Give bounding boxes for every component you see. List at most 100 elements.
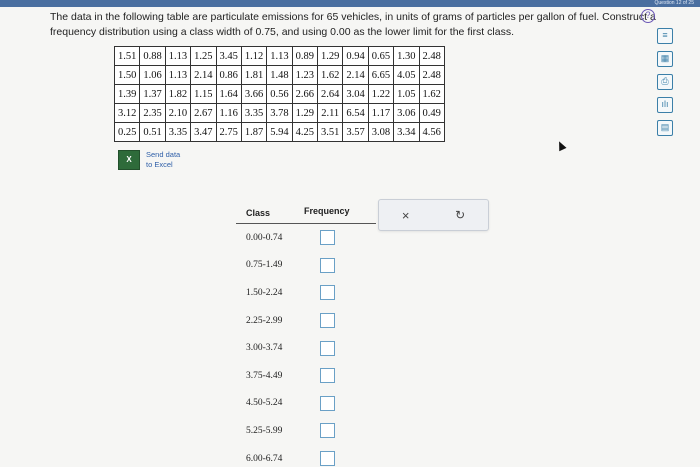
data-cell: 1.81 (240, 65, 268, 85)
send-to-excel-link[interactable]: X Send data to Excel (118, 150, 180, 170)
data-cell: 0.94 (342, 46, 369, 66)
data-cell: 2.48 (418, 46, 445, 66)
frequency-input[interactable] (320, 313, 335, 329)
data-cell: 1.51 (113, 46, 141, 66)
data-cell: 3.34 (393, 122, 420, 142)
tool-rail: ≡ ▦ ⎙ ılı ▤ (650, 28, 680, 136)
data-cell: 2.14 (342, 65, 369, 85)
frequency-row: 4.50-5.24 (236, 390, 376, 418)
frequency-row: 3.00-3.74 (236, 334, 376, 362)
frequency-input[interactable] (320, 423, 335, 439)
data-cell: 0.56 (266, 84, 293, 104)
notes-icon[interactable]: ≡ (657, 28, 673, 44)
data-row: 3.12 2.35 2.10 2.67 1.16 3.35 3.78 1.29 2.11 6.54… (113, 103, 445, 123)
data-cell: 1.06 (139, 65, 166, 85)
data-cell: 2.11 (316, 103, 344, 123)
data-cell: 2.14 (190, 65, 217, 85)
class-label: 2.25-2.99 (246, 315, 283, 326)
data-cell: 1.05 (393, 84, 420, 104)
help-icon[interactable]: ? (641, 9, 655, 23)
data-cell: 0.25 (113, 122, 141, 142)
question-text: The data in the following table are part… (50, 11, 656, 38)
data-cell: 1.62 (316, 65, 344, 85)
data-cell: 2.64 (316, 84, 344, 104)
data-cell: 3.12 (113, 103, 141, 123)
frequency-column-header: Frequency (304, 206, 350, 216)
data-cell: 1.82 (164, 84, 192, 104)
data-row: 1.51 0.88 1.13 1.25 3.45 1.12 1.13 0.89 1.29 0.94… (113, 46, 445, 66)
data-table: 1.51 0.88 1.13 1.25 3.45 1.12 1.13 0.89 1.29 0.94… (113, 46, 445, 142)
top-bar: Question 12 of 25 (0, 0, 700, 7)
frequency-table-header: Class Frequency (236, 204, 376, 224)
data-cell: 5.94 (266, 122, 293, 142)
frequency-row: 0.00-0.74 (236, 224, 376, 252)
mouse-cursor-icon (555, 139, 567, 152)
data-cell: 1.22 (367, 84, 395, 104)
frequency-input[interactable] (320, 285, 335, 301)
clear-button[interactable]: × (402, 208, 410, 223)
data-row: 0.25 0.51 3.35 3.47 2.75 1.87 5.94 4.25 3.51 3.57… (113, 122, 445, 142)
data-cell: 2.66 (291, 84, 319, 104)
data-cell: 1.37 (139, 84, 166, 104)
data-cell: 2.35 (139, 103, 166, 123)
statcrunch-icon[interactable]: ılı (657, 97, 673, 113)
data-cell: 3.66 (240, 84, 268, 104)
class-label: 0.75-1.49 (246, 260, 283, 271)
data-cell: 6.65 (367, 65, 395, 85)
question-progress: Question 12 of 25 (654, 0, 694, 6)
data-cell: 2.48 (418, 65, 445, 85)
frequency-row: 5.25-5.99 (236, 417, 376, 445)
frequency-input[interactable] (320, 230, 335, 246)
frequency-row: 2.25-2.99 (236, 307, 376, 335)
data-cell: 2.67 (190, 103, 217, 123)
data-cell: 1.30 (393, 46, 420, 66)
frequency-input[interactable] (320, 451, 335, 467)
calculator-icon[interactable]: ▦ (657, 51, 673, 67)
data-cell: 0.86 (215, 65, 242, 85)
data-cell: 0.51 (139, 122, 166, 142)
data-cell: 1.23 (291, 65, 319, 85)
class-label: 6.00-6.74 (246, 453, 283, 464)
data-cell: 2.75 (215, 122, 242, 142)
data-cell: 0.49 (418, 103, 445, 123)
data-cell: 3.06 (393, 103, 420, 123)
data-cell: 0.65 (367, 46, 395, 66)
data-cell: 1.62 (418, 84, 445, 104)
data-cell: 4.05 (393, 65, 420, 85)
frequency-input[interactable] (320, 340, 335, 356)
data-cell: 6.54 (342, 103, 369, 123)
data-icon[interactable]: ▤ (657, 120, 673, 136)
send-to-excel-label: Send data to Excel (146, 150, 181, 169)
frequency-input[interactable] (320, 368, 335, 384)
answer-actions: × ↻ (378, 199, 489, 231)
frequency-row: 0.75-1.49 (236, 252, 376, 280)
data-cell: 1.64 (215, 84, 242, 104)
data-cell: 3.35 (164, 122, 192, 142)
data-cell: 3.45 (215, 46, 242, 66)
class-column-header: Class (246, 208, 271, 218)
print-icon[interactable]: ⎙ (657, 74, 673, 90)
data-cell: 1.15 (190, 84, 217, 104)
frequency-input[interactable] (320, 257, 335, 273)
data-cell: 1.13 (266, 46, 293, 66)
frequency-input[interactable] (320, 395, 335, 411)
data-cell: 1.48 (266, 65, 293, 85)
frequency-row: 1.50-2.24 (236, 279, 376, 307)
data-cell: 1.25 (190, 46, 217, 66)
data-cell: 3.51 (316, 122, 344, 142)
data-cell: 1.16 (215, 103, 242, 123)
class-label: 4.50-5.24 (246, 398, 283, 409)
class-label: 0.00-0.74 (246, 232, 283, 243)
data-cell: 3.35 (240, 103, 268, 123)
undo-button[interactable]: ↻ (455, 208, 465, 222)
data-cell: 1.87 (240, 122, 268, 142)
data-cell: 1.17 (367, 103, 395, 123)
data-cell: 3.57 (342, 122, 369, 142)
excel-icon: X (118, 150, 140, 170)
frequency-table: Class Frequency 0.00-0.74 0.75-1.49 1.50-2… (236, 204, 376, 467)
class-label: 3.75-4.49 (246, 370, 283, 381)
data-cell: 1.39 (113, 84, 141, 104)
data-cell: 0.88 (139, 46, 166, 66)
frequency-row: 6.00-6.74 (236, 445, 376, 467)
data-cell: 1.13 (164, 46, 192, 66)
